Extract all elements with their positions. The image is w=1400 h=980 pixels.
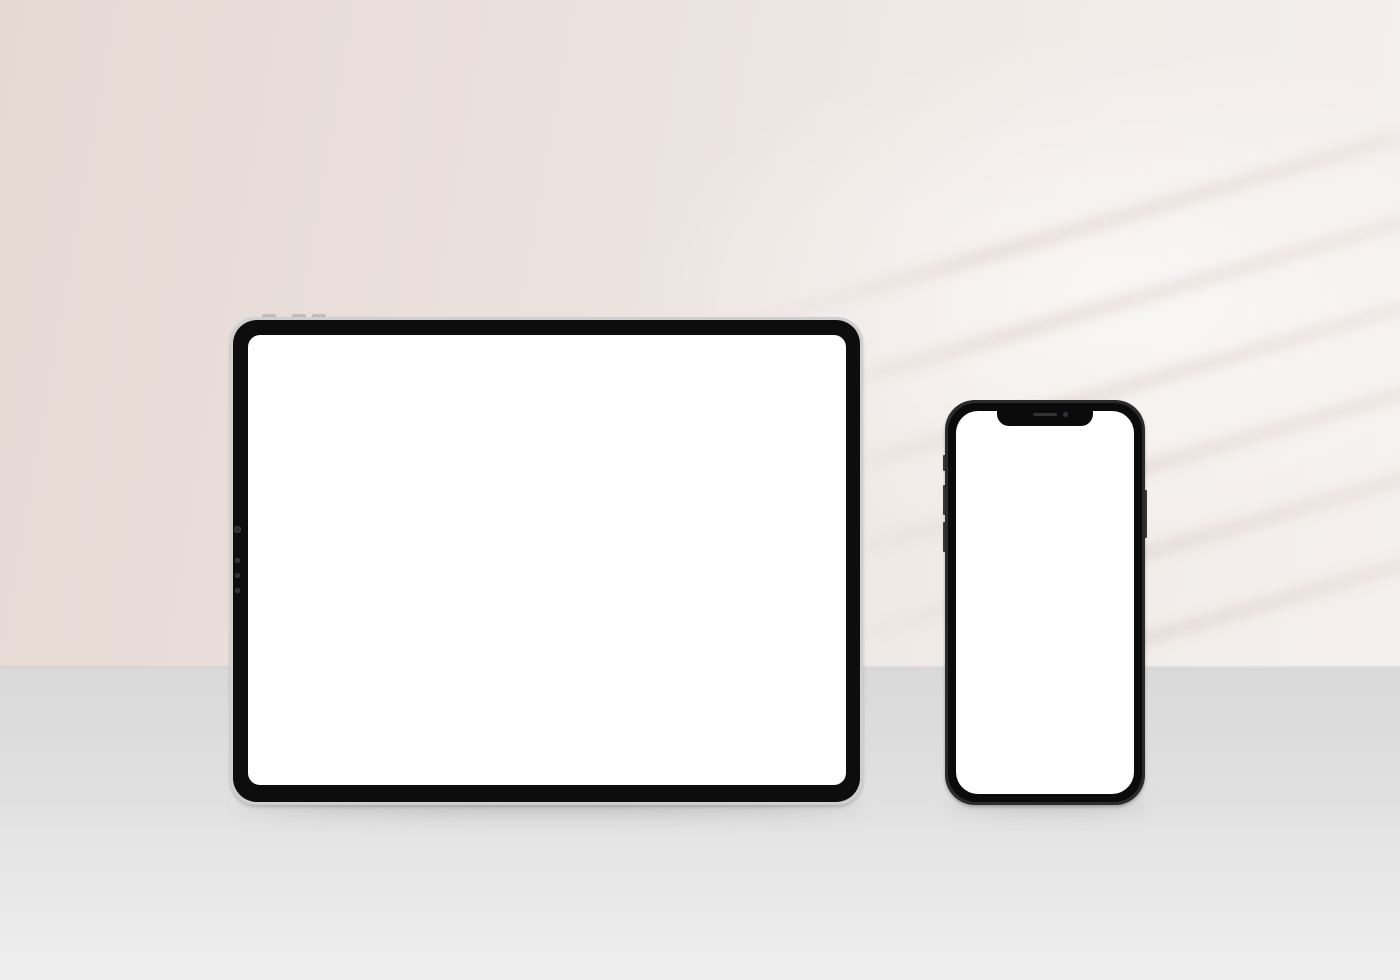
tablet-sensor-icon [235, 573, 240, 578]
tablet-camera-icon [234, 526, 241, 533]
tablet-screen [248, 335, 846, 785]
phone-speaker-icon [1033, 413, 1057, 416]
device-mockup-scene [0, 0, 1400, 980]
phone-camera-icon [1063, 412, 1068, 417]
tablet-sensor-icon [235, 558, 240, 563]
phone-screen [956, 411, 1134, 794]
tablet-sensor-icon [235, 588, 240, 593]
